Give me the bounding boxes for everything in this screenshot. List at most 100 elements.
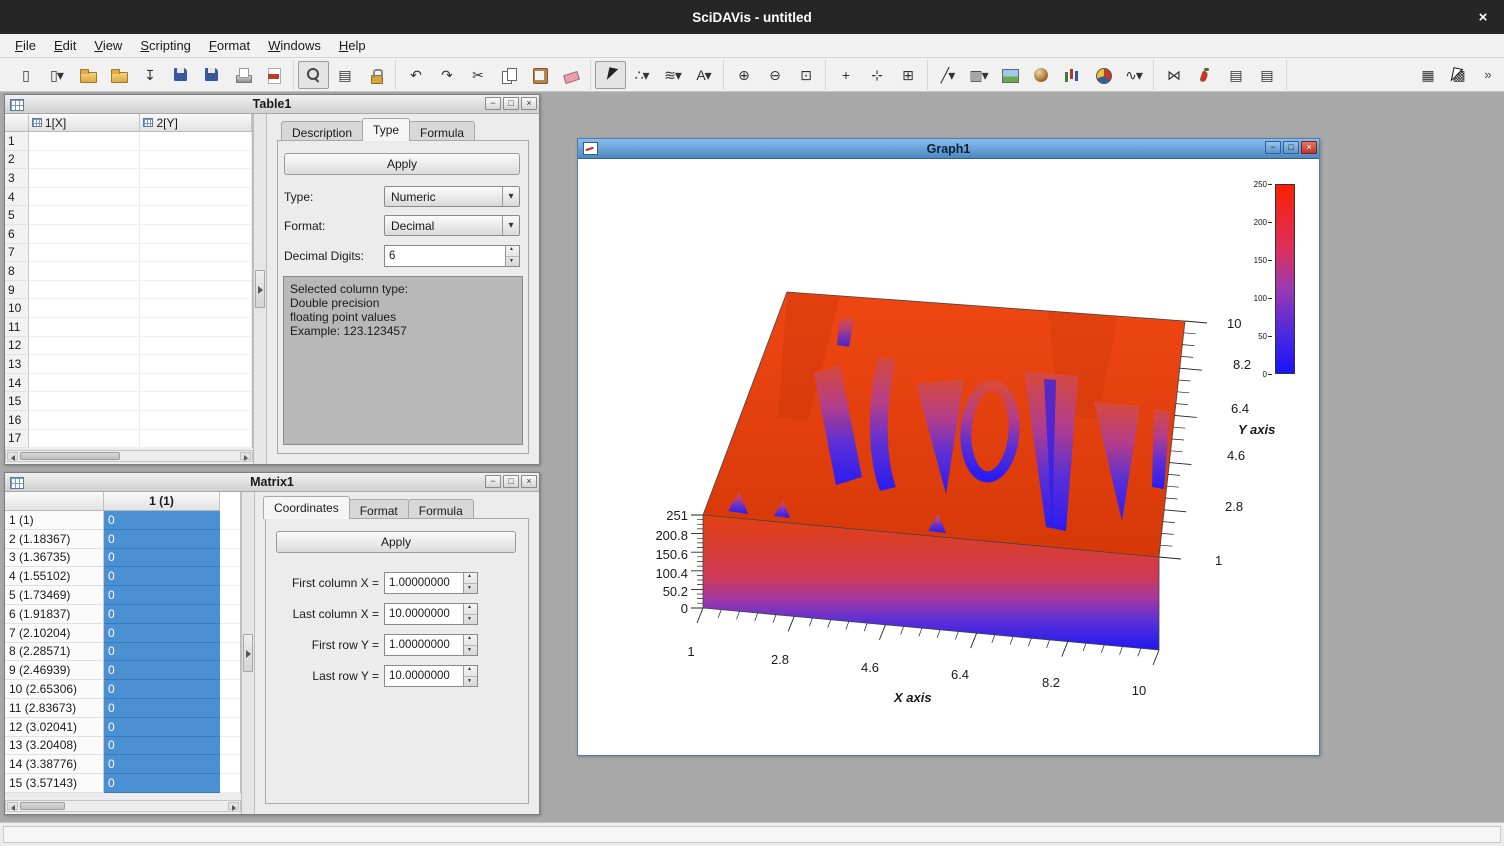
matrix-cell[interactable]: 0 [104,774,220,793]
table-cell[interactable] [29,188,141,207]
scroll-right-button[interactable] [240,452,251,460]
matrix-column-header[interactable]: 1 (1) [104,492,220,511]
row-number[interactable]: 14 [5,374,29,393]
horizontal-scrollbar[interactable] [5,800,241,812]
matrix-cell[interactable]: 0 [104,586,220,605]
spin-up-button[interactable] [464,635,477,646]
row-number[interactable]: 6 [5,225,29,244]
menu-item[interactable]: Format [200,35,259,56]
matrix-cell[interactable]: 0 [104,680,220,699]
close-button[interactable]: × [1301,141,1317,154]
table-cell[interactable] [29,430,141,449]
table-options-button[interactable]: ▦ [1412,61,1443,89]
app-close-button[interactable]: × [1474,8,1492,26]
fit-menu-button[interactable]: ∿▾ [1118,61,1149,89]
scrollbar-thumb[interactable] [20,452,120,460]
coordinate-spinbox[interactable]: 10.0000000 [384,603,478,625]
table-cell[interactable] [29,206,141,225]
row-number[interactable]: 16 [5,411,29,430]
matrix-row-label[interactable]: 9 (2.46939) [5,661,104,680]
layer-menu-button[interactable]: ▥▾ [963,61,994,89]
new-project-button[interactable]: ▯ [10,61,41,89]
table-cell[interactable] [29,262,141,281]
paste-button[interactable] [524,61,555,89]
open-project-button[interactable] [72,61,103,89]
tab-description[interactable]: Description [281,121,363,141]
row-number[interactable]: 4 [5,188,29,207]
text-style-menu-button[interactable]: A▾ [688,61,719,89]
copy-button[interactable] [493,61,524,89]
matrix-cell[interactable]: 0 [104,699,220,718]
print-button[interactable] [227,61,258,89]
scroll-left-button[interactable] [7,802,18,810]
matrix-cell[interactable]: 0 [104,718,220,737]
screen-reader-button[interactable]: + [830,61,861,89]
table-cell[interactable] [140,225,252,244]
spin-up-button[interactable] [506,246,519,257]
scroll-right-button[interactable] [228,802,239,810]
spin-up-button[interactable] [464,573,477,584]
cut-button[interactable]: ✂ [462,61,493,89]
spin-down-button[interactable] [464,646,477,656]
table-cell[interactable] [140,206,252,225]
results-log-button[interactable]: ▤ [329,61,360,89]
matrix1-titlebar[interactable]: Matrix1 − □ × [5,473,539,492]
table-cell[interactable] [29,132,141,151]
pointer-button[interactable] [595,61,626,89]
format-combobox[interactable]: Decimal [384,215,520,236]
coordinate-spinbox[interactable]: 10.0000000 [384,665,478,687]
type-combobox[interactable]: Numeric [384,186,520,207]
save-project-button[interactable] [165,61,196,89]
matrix-row-label[interactable]: 2 (1.18367) [5,530,104,549]
menu-item[interactable]: File [6,35,45,56]
toolbar-overflow-button[interactable]: » [1478,61,1498,89]
new-aspect-menu-button[interactable]: ▯▾ [41,61,72,89]
row-number[interactable]: 17 [5,430,29,449]
table-cell[interactable] [140,299,252,318]
table-cell[interactable] [140,318,252,337]
matrix-cell[interactable]: 0 [104,530,220,549]
table-cell[interactable] [29,411,141,430]
add-image-button[interactable] [994,61,1025,89]
delete-selection-button[interactable] [555,61,586,89]
collapse-panel-button[interactable] [243,634,253,672]
spin-down-button[interactable] [506,257,519,267]
duplicate-note-button[interactable]: ▤ [1251,61,1282,89]
table-cell[interactable] [140,392,252,411]
menu-item[interactable]: View [85,35,131,56]
close-button[interactable]: × [521,97,537,110]
decimal-digits-spinbox[interactable]: 6 [384,245,520,267]
plot-3d-button[interactable] [1025,61,1056,89]
table-cell[interactable] [29,318,141,337]
colorbar[interactable] [1275,184,1295,374]
matrix-cell[interactable]: 0 [104,661,220,680]
row-number[interactable]: 5 [5,206,29,225]
row-number[interactable]: 12 [5,337,29,356]
tab-formula[interactable]: Formula [409,121,475,141]
lock-toolbars-button[interactable] [360,61,391,89]
close-button[interactable]: × [521,475,537,488]
table-cell[interactable] [140,355,252,374]
matrix-row-label[interactable]: 11 (2.83673) [5,699,104,718]
row-number[interactable]: 15 [5,392,29,411]
table-cell[interactable] [140,262,252,281]
column-header[interactable]: 1[X] [29,114,141,132]
plot-histogram-button[interactable] [1056,61,1087,89]
matrix-row-label[interactable]: 8 (2.28571) [5,643,104,662]
apply-button[interactable]: Apply [276,531,516,553]
plot-canvas[interactable]: 250 200 150 100 50 0 251 200.8 150.6 100… [578,159,1319,755]
minimize-button[interactable]: − [485,97,501,110]
graph1-titlebar[interactable]: Graph1 − □ × [578,139,1319,159]
row-number[interactable]: 1 [5,132,29,151]
matrix-row-label[interactable]: 15 (3.57143) [5,774,104,793]
row-number[interactable]: 8 [5,262,29,281]
row-number[interactable]: 11 [5,318,29,337]
coordinate-spinbox[interactable]: 1.00000000 [384,572,478,594]
save-template-button[interactable] [196,61,227,89]
coordinate-spinbox[interactable]: 1.00000000 [384,634,478,656]
matrix-cell[interactable]: 0 [104,755,220,774]
row-number[interactable]: 3 [5,169,29,188]
spin-down-button[interactable] [464,615,477,625]
matrix-cell[interactable]: 0 [104,605,220,624]
maximize-button[interactable]: □ [1283,141,1299,154]
